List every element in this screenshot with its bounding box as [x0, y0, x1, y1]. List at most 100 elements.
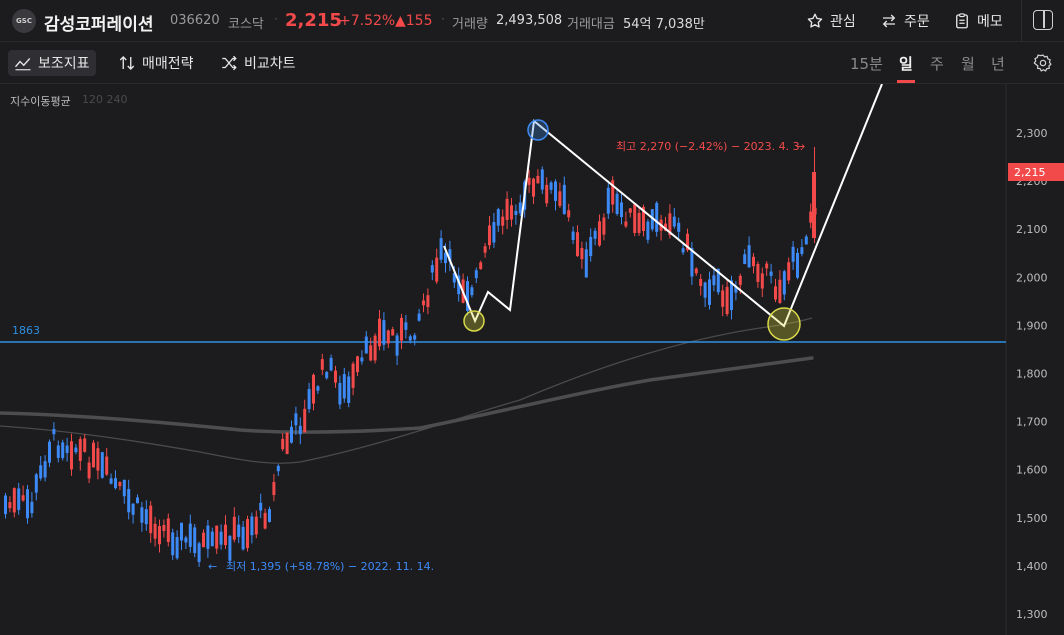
candle-body	[92, 442, 95, 468]
candle-body	[8, 502, 12, 509]
candle-body	[56, 445, 60, 458]
candle-body	[30, 501, 34, 514]
candle-body	[246, 519, 249, 549]
period-week[interactable]: 주	[930, 53, 944, 74]
candle-body	[672, 216, 676, 227]
candle-body	[65, 445, 69, 453]
candle-body	[105, 456, 109, 475]
strategy-label: 매매전략	[142, 56, 194, 72]
buy-sell-arrows-icon	[119, 56, 135, 70]
candle-body	[347, 376, 351, 403]
indicator-label: 보조지표	[38, 56, 90, 72]
candle-body	[620, 202, 623, 218]
low-marker-circle[interactable]	[463, 310, 485, 332]
candle-body	[162, 525, 166, 531]
amount-label: 거래대금	[567, 17, 615, 32]
candle-body	[61, 442, 65, 459]
strategy-button[interactable]: 매매전략	[112, 50, 200, 76]
price-tick-label: 1,300	[1016, 608, 1048, 621]
candle-body	[756, 263, 760, 282]
candle-body	[276, 465, 280, 472]
period-day[interactable]: 일	[899, 53, 913, 74]
current-price: 2,215	[285, 10, 342, 31]
candle-body	[765, 263, 769, 269]
candle-body	[527, 177, 531, 185]
candle-body	[39, 465, 43, 479]
candle-body	[769, 271, 773, 276]
memo-button[interactable]: 메모	[953, 9, 1003, 33]
candle-body	[571, 231, 575, 240]
indicator-name[interactable]: 지수이동평균	[10, 93, 71, 109]
candle-body	[532, 178, 535, 197]
candle-body	[386, 330, 390, 344]
period-15min[interactable]: 15분	[850, 53, 883, 74]
candle-body	[364, 336, 368, 354]
compare-button[interactable]: 비교차트	[214, 50, 302, 76]
stock-name[interactable]: 감성코퍼레이션	[44, 10, 153, 35]
candle-body	[584, 249, 588, 278]
candle-body	[501, 216, 505, 226]
candle-body	[356, 356, 359, 373]
candle-body	[628, 208, 632, 213]
period-month[interactable]: 월	[961, 53, 975, 74]
candle-body	[259, 502, 263, 511]
candle-body	[263, 512, 267, 529]
price-chart[interactable]: 2,3002,2002,1002,0001,9001,8001,7001,600…	[0, 84, 1064, 635]
period-year[interactable]: 년	[991, 53, 1005, 74]
candle-body	[725, 286, 729, 315]
candle-body	[593, 230, 597, 239]
candle-body	[782, 271, 786, 295]
candle-body	[677, 222, 681, 232]
candle-body	[184, 537, 188, 543]
candle-body	[738, 275, 742, 285]
candle-body	[307, 389, 311, 410]
candle-body	[791, 246, 795, 262]
candle-body	[576, 232, 579, 257]
candle-body	[78, 439, 82, 461]
candle-body	[474, 270, 478, 279]
star-icon	[807, 13, 823, 28]
candle-body	[224, 524, 227, 546]
latest-candle-body	[812, 172, 816, 238]
gear-icon[interactable]	[1033, 53, 1053, 73]
order-label: 주문	[904, 14, 930, 30]
candle-body	[536, 175, 540, 184]
candle-body	[320, 359, 324, 370]
candle-body	[567, 210, 571, 218]
candle-body	[285, 432, 289, 455]
candle-body	[180, 522, 183, 541]
market-name: 코스닥	[228, 17, 264, 32]
candle-body	[400, 317, 403, 341]
high-marker-circle[interactable]	[527, 119, 549, 141]
candle-body	[351, 363, 355, 388]
bottom-marker-circle[interactable]	[767, 307, 801, 341]
candle-body	[298, 425, 302, 435]
candle-body	[215, 525, 219, 549]
candle-body	[325, 371, 329, 379]
change-percent: +7.52%	[339, 13, 396, 29]
candle-body	[796, 252, 799, 278]
side-panel-toggle-icon[interactable]	[1033, 10, 1053, 30]
candle-body	[505, 198, 509, 220]
order-button[interactable]: 주문	[880, 9, 930, 33]
indicator-button[interactable]: 보조지표	[8, 50, 96, 76]
watch-label: 관심	[830, 14, 856, 30]
candle-body	[34, 474, 38, 493]
candle-body	[87, 462, 91, 479]
watch-button[interactable]: 관심	[806, 9, 856, 33]
candle-body	[479, 262, 483, 270]
memo-label: 메모	[977, 14, 1003, 30]
high-annotation: 최고 2,270 (−2.42%) − 2023. 4. 3.	[616, 140, 803, 153]
candle-body	[4, 495, 7, 515]
candle-body	[197, 543, 201, 563]
candle-body	[281, 438, 285, 450]
candle-body	[210, 531, 214, 547]
candle-body	[254, 516, 258, 535]
compare-label: 비교차트	[244, 56, 296, 72]
candle-body	[175, 537, 179, 559]
candle-body	[470, 287, 474, 296]
candle-body	[131, 503, 135, 515]
price-tick-label: 1,800	[1016, 368, 1048, 381]
candle-body	[712, 275, 716, 286]
candle-body	[219, 531, 223, 545]
